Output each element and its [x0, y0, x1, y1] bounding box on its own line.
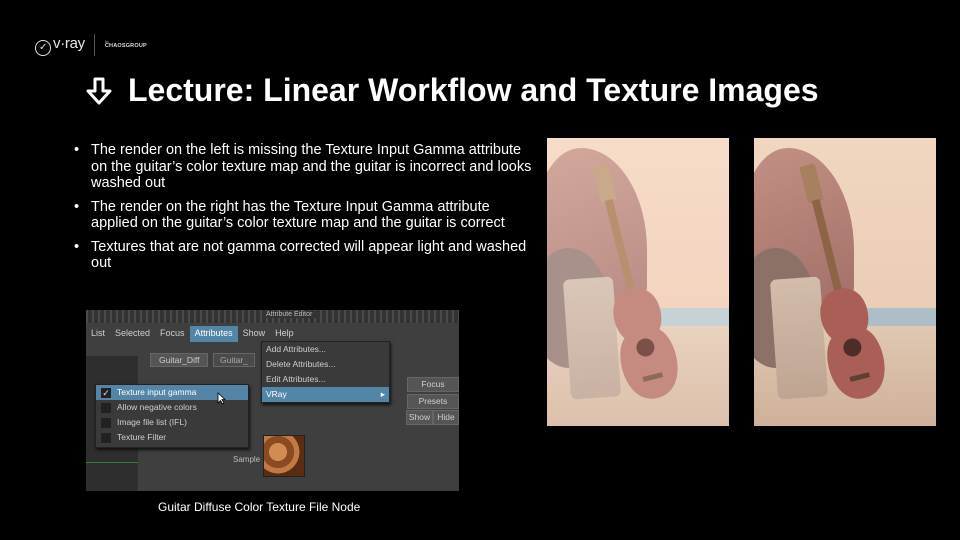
submenu-item-image-file-list[interactable]: Image file list (IFL) [96, 415, 248, 430]
menu-selected[interactable]: Selected [110, 326, 155, 342]
arrow-down-icon [86, 77, 112, 104]
show-button[interactable]: Show [406, 410, 433, 425]
submenu-arrow-icon: ▸ [380, 389, 385, 399]
sample-label: Sample [233, 455, 261, 464]
window-title: Attribute Editor [262, 311, 317, 318]
bullet-dot: • [74, 142, 80, 158]
checkbox[interactable] [101, 417, 111, 428]
bullet-item: • The render on the left is missing the … [74, 142, 534, 192]
bullet-item: • Textures that are not gamma corrected … [74, 239, 534, 272]
menu-focus[interactable]: Focus [155, 326, 190, 342]
focus-button[interactable]: Focus [407, 377, 459, 392]
texture-swatch [263, 435, 305, 477]
submenu-label: Texture Filter [117, 432, 167, 442]
node-tab-guitar-diff[interactable]: Guitar_Diff [150, 353, 209, 367]
bullet-text: The render on the left is missing the Te… [91, 142, 532, 191]
menu-item-vray-label: VRay [266, 389, 287, 399]
bullet-item: • The render on the right has the Textur… [74, 199, 534, 232]
bullet-dot: • [74, 198, 80, 215]
vray-wordmark: ✓ v·ray [35, 35, 85, 56]
node-tab-secondary[interactable]: Guitar_ [213, 353, 255, 367]
bullet-dot: • [74, 238, 80, 255]
submenu-item-texture-filter[interactable]: Texture Filter [96, 430, 248, 445]
menu-item-delete-attributes[interactable]: Delete Attributes... [262, 357, 389, 372]
menu-show[interactable]: Show [238, 326, 271, 342]
menu-item-add-attributes[interactable]: Add Attributes... [262, 342, 389, 357]
submenu-label: Allow negative colors [117, 402, 197, 412]
chaosgroup-logo: by CHAOSGROUP [105, 40, 147, 50]
bullet-text: The render on the right has the Texture … [91, 198, 505, 232]
screenshot-caption: Guitar Diffuse Color Texture File Node [158, 500, 361, 514]
slide-title: Lecture: Linear Workflow and Texture Ima… [84, 72, 819, 109]
timeline-line [86, 462, 138, 463]
bullet-text: Textures that are not gamma corrected wi… [91, 238, 527, 272]
menu-item-vray[interactable]: VRay ▸ [262, 387, 389, 402]
menu-help[interactable]: Help [270, 326, 299, 342]
menu-attributes[interactable]: Attributes [189, 326, 238, 342]
render-washed-out [547, 138, 729, 426]
logo-divider [93, 34, 95, 56]
vray-logo: ✓ v·ray by CHAOSGROUP [35, 34, 147, 56]
menu-list[interactable]: List [86, 326, 110, 342]
maya-attribute-editor-screenshot: Attribute Editor List Selected Focus Att… [86, 310, 459, 491]
vray-text: v·ray [53, 34, 85, 52]
mouse-cursor-icon [217, 392, 226, 405]
slide-title-text: Lecture: Linear Workflow and Texture Ima… [128, 72, 819, 108]
checkbox[interactable] [101, 402, 111, 413]
check-icon[interactable]: ✓ [101, 387, 111, 398]
ukulele-icon [799, 163, 885, 399]
ae-menubar: List Selected Focus Attributes Show Help [86, 326, 299, 342]
render-correct [754, 138, 936, 426]
logo-chaosgroup: CHAOSGROUP [104, 43, 147, 50]
presets-button[interactable]: Presets [407, 394, 459, 409]
checkbox[interactable] [101, 432, 111, 443]
menu-item-edit-attributes[interactable]: Edit Attributes... [262, 372, 389, 387]
submenu-label: Texture input gamma [117, 387, 197, 397]
vray-check-icon: ✓ [35, 39, 51, 56]
bullet-list: • The render on the left is missing the … [74, 142, 534, 279]
hide-button[interactable]: Hide [433, 410, 459, 425]
ukulele-icon [592, 163, 678, 399]
submenu-label: Image file list (IFL) [117, 417, 187, 427]
attributes-dropdown: Add Attributes... Delete Attributes... E… [261, 341, 390, 403]
